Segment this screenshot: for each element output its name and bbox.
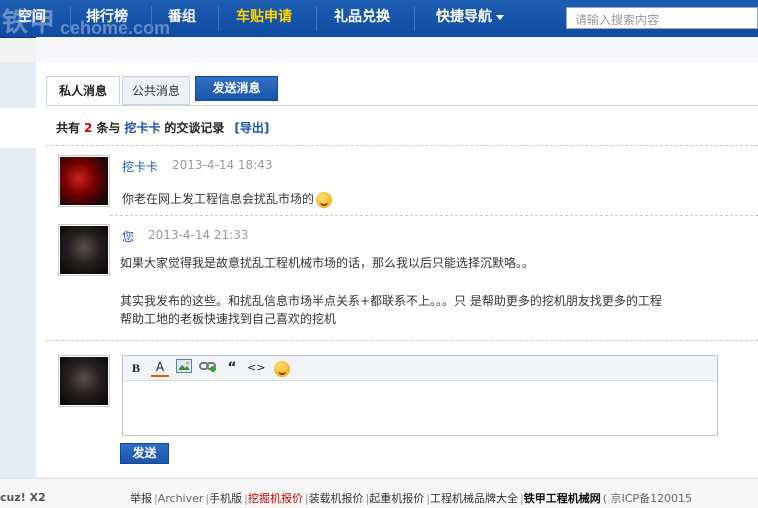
top-nav: 铁甲 cehome.com 空间 排行榜 番组 车贴申请 礼品兑换 快捷导航 请… xyxy=(0,0,758,38)
smiley-emoticon-icon xyxy=(316,191,333,208)
summary-middle: 条与 xyxy=(96,121,121,135)
message-line: 你老在网上发工程信息会扰乱市场的 xyxy=(122,192,315,206)
message-line: 其实我发布的这些。和扰乱信息市场半点关系+都联系不上。。。只 是帮助更多的挖机朋… xyxy=(120,294,662,308)
avatar[interactable] xyxy=(58,155,110,207)
nav-separator xyxy=(218,6,219,31)
dark-photo-avatar-icon xyxy=(60,357,108,405)
send-message-button[interactable]: 发送消息 xyxy=(195,76,278,101)
message-text: 你老在网上发工程信息会扰乱市场的 xyxy=(122,190,333,208)
tab-public-messages[interactable]: 公共消息 xyxy=(122,76,190,105)
font-color-icon[interactable]: A xyxy=(151,359,169,377)
red-character-avatar-icon xyxy=(60,157,108,205)
avatar[interactable] xyxy=(58,224,110,276)
left-sidebar-active xyxy=(0,108,36,148)
export-link[interactable]: [导出] xyxy=(234,121,269,135)
divider xyxy=(46,145,758,146)
footer: cuz! X2 举报 |Archiver |手机版 |挖掘机报价 |装载机报价 |起重机报… xyxy=(0,478,758,508)
conversation-user-link[interactable]: 挖卡卡 xyxy=(124,121,160,135)
message-line: 如果大家觉得我是故意扰乱工程机械市场的话，那么我以后只能选择沉默咯。。 xyxy=(120,256,535,270)
divider xyxy=(110,215,758,216)
footer-link-mobile[interactable]: 手机版 xyxy=(209,492,242,505)
quote-icon[interactable]: “ xyxy=(223,359,241,377)
summary-suffix: 的交谈记录 xyxy=(164,121,225,135)
footer-links: 举报 |Archiver |手机版 |挖掘机报价 |装载机报价 |起重机报价 |工程机械品牌… xyxy=(130,492,693,505)
nav-separator xyxy=(414,6,415,31)
chevron-down-icon xyxy=(496,14,504,20)
footer-link-crane-price[interactable]: 起重机报价 xyxy=(369,492,424,505)
bold-icon[interactable]: B xyxy=(127,359,145,377)
footer-link-excavator-price[interactable]: 挖掘机报价 xyxy=(248,492,303,505)
message-author[interactable]: 挖卡卡 xyxy=(122,158,158,175)
conversation-summary: 共有 2 条与 挖卡卡 的交谈记录 [导出] xyxy=(56,119,269,136)
dark-photo-avatar-icon xyxy=(60,226,108,274)
message-count: 2 xyxy=(84,121,93,135)
header-strip xyxy=(36,37,758,62)
nav-separator xyxy=(316,6,317,31)
smiley-icon xyxy=(274,360,290,377)
nav-item-group[interactable]: 番组 xyxy=(168,0,196,37)
nav-separator xyxy=(151,6,152,31)
code-icon[interactable]: <> xyxy=(247,359,265,377)
footer-link-site[interactable]: 铁甲工程机械网 xyxy=(524,492,601,505)
quick-nav-label: 快捷导航 xyxy=(436,9,492,25)
footer-link-archiver[interactable]: Archiver xyxy=(158,492,204,505)
emoticon-icon[interactable] xyxy=(273,359,291,377)
footer-icp: ( 京ICP备120015 xyxy=(602,492,693,505)
divider xyxy=(46,340,758,341)
tabs-divider xyxy=(46,105,758,106)
footer-link-loader-price[interactable]: 装载机报价 xyxy=(309,492,364,505)
avatar xyxy=(58,355,110,407)
tab-private-messages[interactable]: 私人消息 xyxy=(46,76,120,105)
nav-item-space[interactable]: 空间 xyxy=(18,0,46,37)
footer-powered-by: cuz! X2 xyxy=(0,491,46,504)
editor-toolbar: B A “ <> xyxy=(123,356,717,381)
summary-prefix: 共有 xyxy=(56,121,81,135)
nav-separator xyxy=(70,6,71,31)
message-time: 2013-4-14 18:43 xyxy=(172,158,273,172)
message-line: 帮助工地的老板快速找到自己喜欢的挖机 xyxy=(120,312,337,326)
nav-item-ranking[interactable]: 排行榜 xyxy=(86,0,128,37)
message-time: 2013-4-14 21:33 xyxy=(148,228,249,242)
message-author[interactable]: 您 xyxy=(122,228,134,245)
nav-item-sticker-apply[interactable]: 车贴申请 xyxy=(236,0,292,37)
link-icon[interactable] xyxy=(199,359,217,377)
image-icon[interactable] xyxy=(175,359,193,377)
send-button[interactable]: 发送 xyxy=(120,443,169,464)
footer-link-brands[interactable]: 工程机械品牌大全 xyxy=(430,492,518,505)
footer-link-report[interactable]: 举报 xyxy=(130,492,152,505)
nav-item-quick-nav[interactable]: 快捷导航 xyxy=(436,0,504,37)
nav-item-gift-exchange[interactable]: 礼品兑换 xyxy=(334,0,390,37)
reply-editor[interactable]: B A “ <> xyxy=(122,355,718,436)
search-input[interactable]: 请输入搜索内容 xyxy=(566,7,758,29)
